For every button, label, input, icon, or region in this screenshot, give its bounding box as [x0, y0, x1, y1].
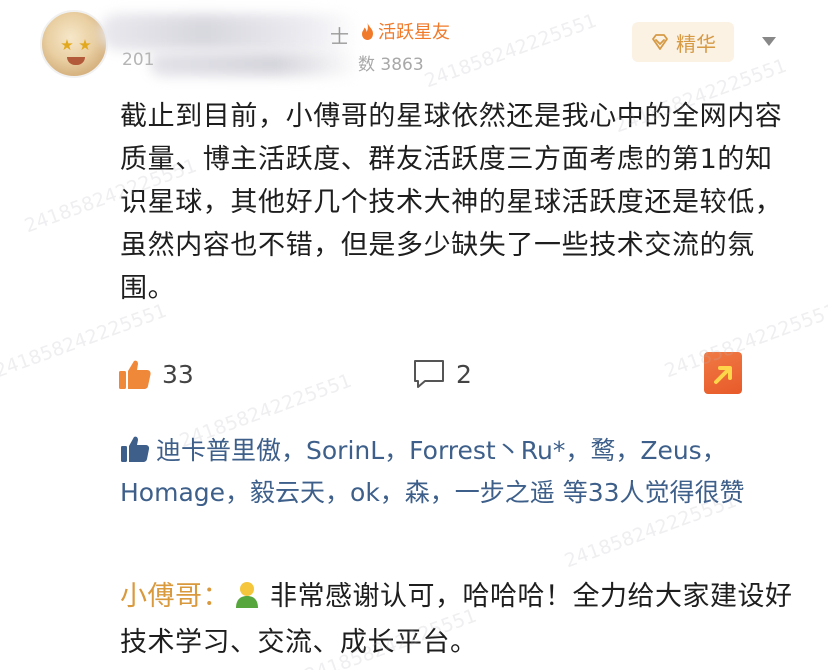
- reply-author[interactable]: 小傅哥：: [120, 581, 230, 612]
- comment-bubble-icon: [414, 360, 444, 388]
- star-eye-icon: ★: [60, 36, 74, 54]
- person-emoji-icon: [236, 582, 258, 608]
- active-member-badge: 活跃星友: [360, 18, 450, 44]
- like-count: 33: [162, 359, 194, 389]
- post-year: 201: [122, 50, 155, 70]
- star-eye-icon: ★: [78, 36, 92, 54]
- post-body: 截止到目前，小傅哥的星球依然还是我心中的全网内容质量、博主活跃度、群友活跃度三方…: [120, 101, 783, 304]
- featured-tag[interactable]: 精华: [632, 22, 734, 62]
- thumbs-up-icon: [121, 436, 150, 462]
- avatar[interactable]: ★ ★: [40, 10, 108, 78]
- comment-button[interactable]: 2: [412, 358, 472, 390]
- author-name-fragment: 士: [330, 26, 350, 48]
- like-button[interactable]: 33: [118, 358, 194, 390]
- flame-icon: [362, 22, 373, 40]
- caret-down-icon[interactable]: [762, 37, 776, 46]
- thumbs-up-icon: [119, 360, 151, 389]
- blurred-author-meta: [150, 52, 360, 76]
- post-header: ★ ★ 201 士 活跃星友 数 3863 精华: [0, 0, 828, 90]
- diamond-icon: [652, 34, 668, 50]
- likers-text: 迪卡普里傲，SorinL，Forrest丶Ru*，鹜，Zeus，Homage，毅…: [120, 436, 745, 507]
- blurred-author-name: [100, 14, 360, 50]
- comment-count: 2: [456, 359, 472, 389]
- author-stats: 数 3863: [358, 55, 424, 75]
- badge-label: 活跃星友: [378, 22, 450, 43]
- featured-label: 精华: [676, 31, 716, 56]
- avatar-mouth: [67, 57, 85, 65]
